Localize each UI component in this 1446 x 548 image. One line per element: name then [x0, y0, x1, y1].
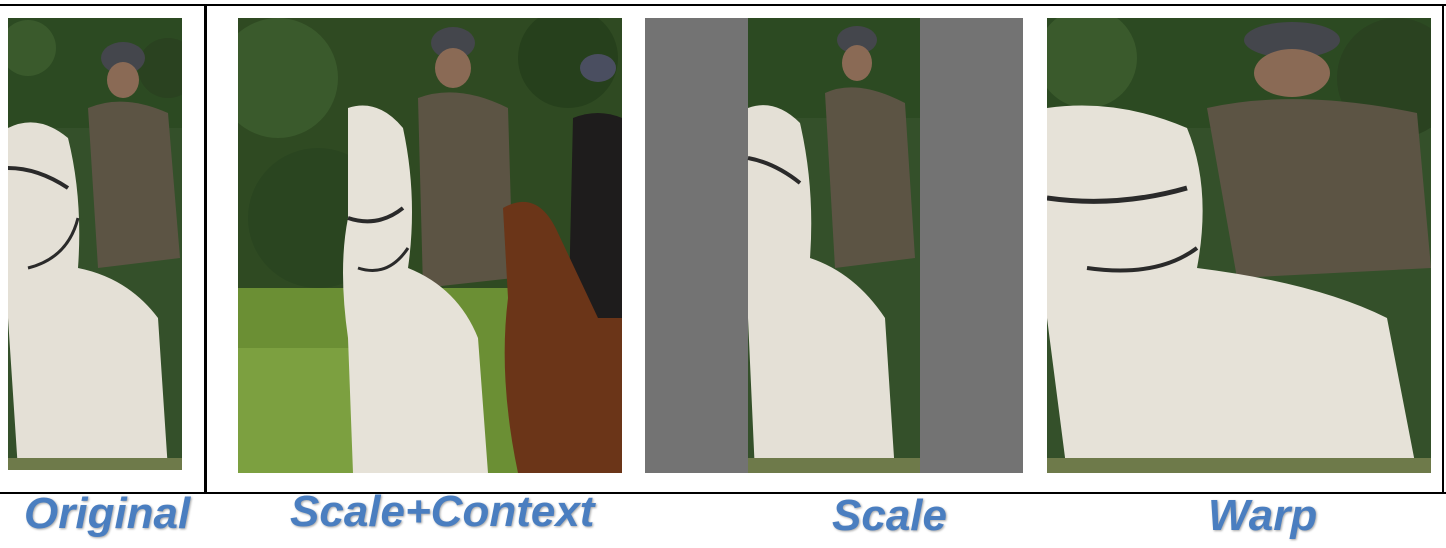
frame-top-line: [0, 4, 1446, 6]
caption-scale-context: Scale+Context: [290, 487, 595, 536]
original-crop-image: [8, 18, 182, 470]
scale-crop-image: [645, 18, 1023, 473]
caption-original: Original: [24, 489, 191, 538]
warp-crop-image: [1047, 18, 1431, 473]
frame-divider-line: [204, 4, 207, 494]
frame-right-line: [1442, 4, 1444, 494]
caption-scale: Scale: [832, 491, 947, 540]
caption-warp: Warp: [1208, 491, 1318, 540]
scale-context-crop-image: [238, 18, 622, 473]
